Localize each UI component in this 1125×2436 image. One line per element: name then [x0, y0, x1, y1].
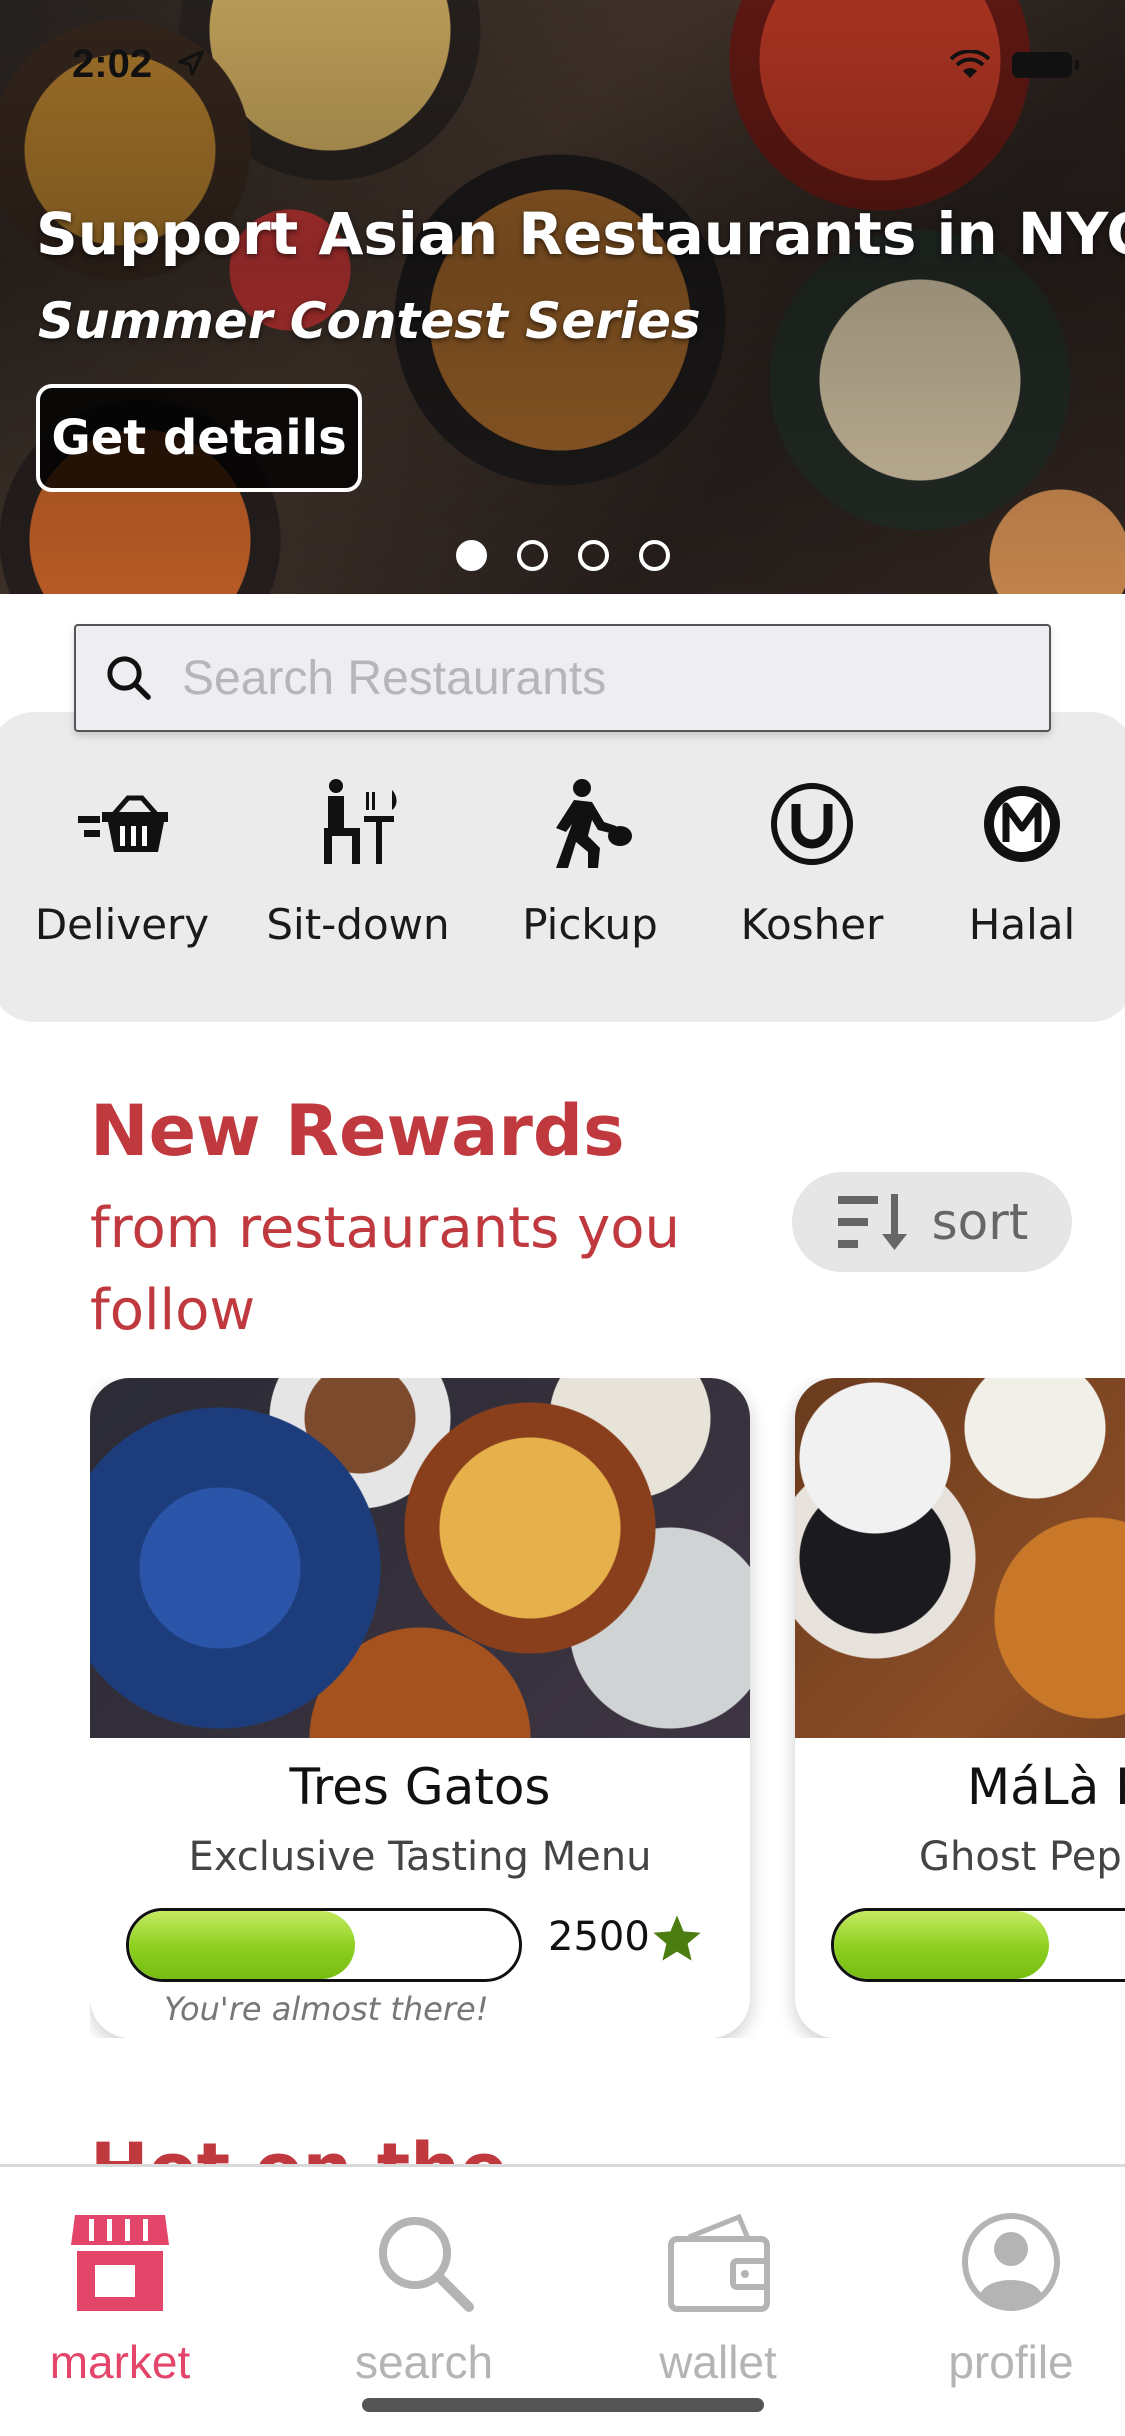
star-icon: [653, 1915, 701, 1961]
tab-market[interactable]: market: [20, 2207, 220, 2389]
tab-label: search: [354, 2336, 494, 2388]
wifi-icon: [950, 50, 990, 78]
search-input[interactable]: [182, 650, 1022, 706]
market-storefront-icon: [71, 2215, 169, 2311]
rewards-carousel[interactable]: Tres Gatos Exclusive Tasting Menu 2500 Y…: [90, 1378, 1125, 2038]
progress-note: You're almost there!: [164, 1990, 489, 2028]
category-label: Pickup: [522, 900, 658, 949]
category-kosher[interactable]: Kosher: [702, 776, 922, 949]
category-label: Kosher: [740, 900, 884, 949]
progress-fill: [834, 1911, 1049, 1979]
kosher-u-icon: [771, 783, 853, 865]
sort-label: sort: [931, 1193, 1029, 1251]
pickup-walking-icon: [556, 779, 632, 868]
search-bar[interactable]: [74, 624, 1051, 732]
home-indicator: [362, 2398, 764, 2412]
restaurant-photo: [90, 1378, 750, 1738]
reward-points: 2500: [548, 1914, 650, 1960]
category-pickup[interactable]: Pickup: [480, 776, 700, 949]
hero-subtitle: Summer Contest Series: [38, 292, 701, 350]
category-label: Delivery: [34, 900, 210, 949]
category-delivery[interactable]: Delivery: [12, 776, 232, 949]
category-sit-down[interactable]: Sit-down: [248, 776, 468, 949]
search-icon: [107, 656, 151, 700]
tab-label: market: [49, 2336, 191, 2388]
sit-down-dining-icon: [324, 779, 397, 864]
category-strip: Delivery Sit-down Pickup Kosher Halal: [0, 712, 1125, 1022]
restaurant-photo: [795, 1378, 1125, 1738]
sort-button[interactable]: sort: [792, 1172, 1072, 1272]
reward-card[interactable]: Tres Gatos Exclusive Tasting Menu 2500 Y…: [90, 1378, 750, 2038]
tab-label: wallet: [659, 2336, 777, 2388]
location-arrow-icon: [178, 50, 204, 76]
hero-title: Support Asian Restaurants in NYC: [36, 200, 1125, 268]
halal-m-icon: [984, 786, 1060, 862]
wallet-icon: [668, 2213, 770, 2312]
get-details-button[interactable]: Get details: [36, 384, 362, 492]
sort-icon: [837, 1194, 907, 1250]
rewards-subtitle: from restaurants you follow: [90, 1196, 680, 1343]
search-magnifier-icon: [379, 2217, 474, 2312]
restaurant-name: Tres Gatos: [289, 1758, 551, 1816]
reward-progress-bar: [831, 1908, 1125, 1982]
tab-search[interactable]: search: [324, 2207, 524, 2389]
category-label: Halal: [968, 900, 1076, 949]
tab-profile[interactable]: profile: [911, 2207, 1111, 2389]
carousel-dots: [456, 540, 670, 571]
delivery-basket-icon: [78, 795, 168, 852]
tab-bar: market search wallet profile: [0, 2164, 1125, 2436]
battery-icon: [1012, 52, 1079, 78]
carousel-dot[interactable]: [578, 540, 609, 571]
profile-avatar-icon: [962, 2213, 1060, 2311]
carousel-dot[interactable]: [639, 540, 670, 571]
carousel-dot[interactable]: [456, 540, 487, 571]
reward-offer: Exclusive Tasting Menu: [188, 1834, 652, 1880]
category-halal[interactable]: Halal: [912, 776, 1125, 949]
status-time: 2:02: [72, 42, 153, 86]
restaurant-name: MáLà F: [967, 1758, 1125, 1816]
reward-card[interactable]: MáLà F Ghost Pepp: [795, 1378, 1125, 2038]
status-bar: 2:02: [0, 38, 1125, 98]
progress-fill: [129, 1911, 356, 1979]
carousel-dot[interactable]: [517, 540, 548, 571]
category-label: Sit-down: [266, 900, 450, 949]
reward-progress-bar: [126, 1908, 522, 1982]
hero-banner[interactable]: 2:02 Support Asian Restaurants in NYC Su…: [0, 0, 1125, 594]
reward-offer: Ghost Pepp: [919, 1834, 1125, 1880]
tab-wallet[interactable]: wallet: [618, 2207, 818, 2389]
tab-label: profile: [948, 2336, 1074, 2388]
rewards-title: New Rewards: [90, 1090, 625, 1172]
